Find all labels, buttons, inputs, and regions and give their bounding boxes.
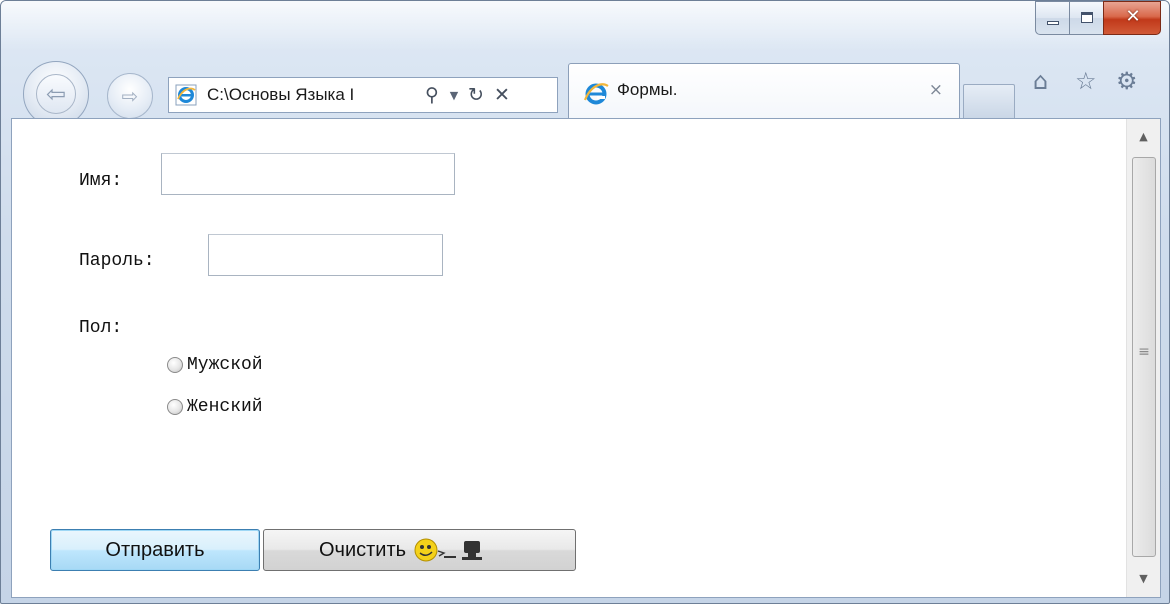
grip-icon: ≡ [1138, 344, 1150, 360]
password-input[interactable] [208, 234, 443, 276]
radio-button[interactable] [167, 399, 183, 415]
radio-label: Женский [187, 397, 263, 417]
radio-label: Мужской [187, 355, 263, 375]
forward-arrow-icon: ⇨ [121, 84, 139, 108]
smiley-computer-image [410, 537, 498, 563]
back-arrow-icon: ⇦ [36, 74, 76, 114]
scroll-down-icon[interactable]: ▼ [1127, 561, 1160, 597]
radio-option-male[interactable]: Мужской [167, 355, 263, 375]
scroll-up-icon[interactable]: ▲ [1127, 119, 1160, 155]
stop-icon[interactable]: ✕ [489, 84, 515, 106]
radio-option-female[interactable]: Женский [167, 397, 263, 417]
search-icon[interactable]: ⚲ [419, 84, 445, 106]
address-url[interactable]: C:\Основы Языка I [207, 85, 419, 105]
radio-button[interactable] [167, 357, 183, 373]
gear-icon[interactable]: ⚙ [1116, 69, 1138, 93]
refresh-icon[interactable]: ↻ [463, 84, 489, 106]
tab-close-icon[interactable]: × [929, 80, 943, 100]
maximize-icon [1081, 12, 1093, 23]
new-tab-button[interactable] [963, 84, 1015, 119]
forward-button[interactable]: ⇨ [107, 73, 153, 119]
gender-label: Пол: [79, 318, 123, 338]
scrollbar-thumb[interactable]: ≡ [1132, 157, 1156, 557]
page-content: Имя: Пароль: Пол: Мужской Женский Отправ… [11, 118, 1161, 598]
vertical-scrollbar[interactable]: ▲ ≡ ▼ [1126, 119, 1160, 597]
submit-label: Отправить [105, 538, 205, 561]
caption-buttons: ✕ [1035, 1, 1161, 35]
ie-logo-icon [583, 80, 609, 106]
submit-button[interactable]: Отправить [50, 529, 260, 571]
reset-label: Очистить [319, 538, 407, 561]
close-icon: ✕ [1125, 6, 1141, 27]
reset-button[interactable]: Очистить [263, 529, 576, 571]
favorites-icon[interactable]: ☆ [1075, 69, 1097, 93]
ie-page-icon [175, 84, 197, 106]
minimize-icon [1047, 21, 1059, 25]
close-button[interactable]: ✕ [1103, 1, 1161, 35]
tab-forms[interactable]: Формы. × [568, 63, 960, 119]
address-bar[interactable]: C:\Основы Языка I ⚲ ▼ ↻ ✕ [168, 77, 558, 113]
title-bar [1, 1, 1169, 51]
password-label: Пароль: [79, 251, 155, 271]
maximize-button[interactable] [1069, 1, 1103, 35]
browser-window: ✕ ⇦ ⇨ C:\Основы Языка I ⚲ ▼ ↻ ✕ Формы. ×… [0, 0, 1170, 604]
address-dropdown-icon[interactable]: ▼ [445, 89, 463, 102]
tab-title: Формы. [617, 80, 678, 99]
home-icon[interactable]: ⌂ [1033, 69, 1048, 93]
name-label: Имя: [79, 171, 123, 191]
name-input[interactable] [161, 153, 455, 195]
minimize-button[interactable] [1035, 1, 1069, 35]
